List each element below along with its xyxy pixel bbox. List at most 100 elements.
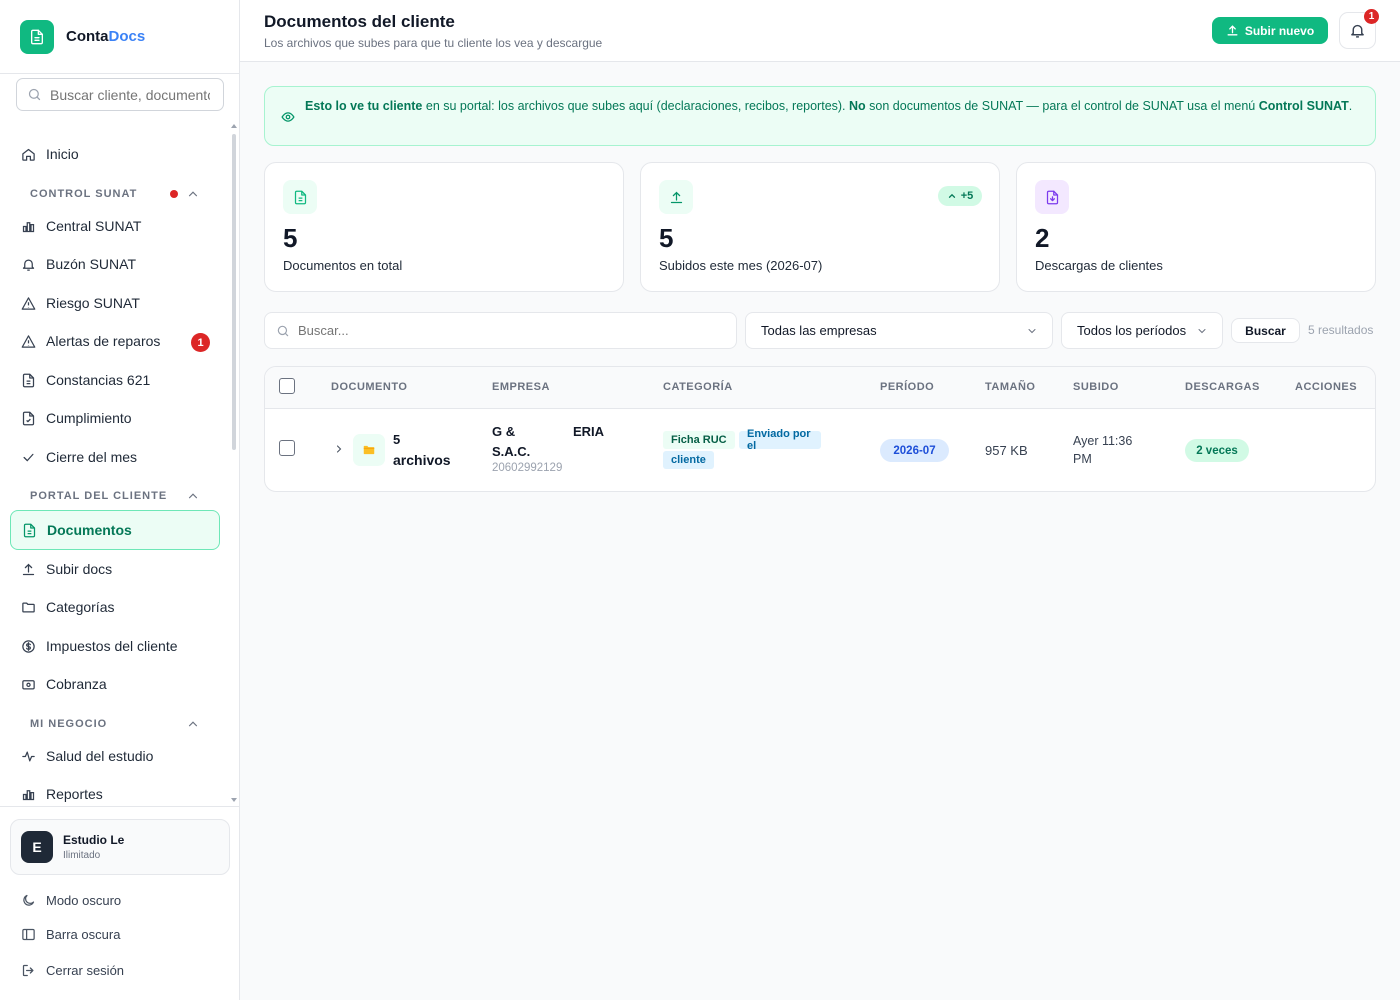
dark-sidebar-toggle[interactable]: Barra oscura	[10, 919, 220, 949]
status-dot	[170, 190, 178, 198]
documents-table: DOCUMENTO EMPRESA CATEGORÍA PERÍODO TAMA…	[264, 366, 1376, 492]
sidebar-search-input[interactable]	[50, 86, 210, 103]
upload-icon	[659, 180, 693, 214]
column-header[interactable]: TAMAÑO	[985, 381, 1035, 393]
sidebar-item-cobranza[interactable]: Cobranza	[10, 667, 220, 701]
company-select[interactable]: Todas las empresas	[745, 312, 1053, 349]
sidebar-item-central-sunat[interactable]: Central SUNAT	[10, 209, 220, 243]
sidebar-item-categorias[interactable]: Categorías	[10, 590, 220, 624]
payment-icon	[22, 679, 35, 689]
documents-search[interactable]	[264, 312, 737, 349]
dollar-circle-icon	[22, 639, 35, 653]
sidebar-item-impuestos[interactable]: Impuestos del cliente	[10, 629, 220, 663]
section-label-mi-negocio: MI NEGOCIO	[30, 718, 108, 730]
top-header: Documentos del cliente Los archivos que …	[240, 0, 1400, 62]
account-plan: Ilimitado	[63, 850, 101, 861]
document-check-icon	[22, 411, 35, 425]
logout-icon	[22, 964, 34, 976]
chevron-up-icon[interactable]	[186, 187, 200, 201]
uploaded-time: Ayer 11:36	[1073, 434, 1133, 448]
row-checkbox[interactable]	[279, 440, 295, 456]
category-tag: Ficha RUC	[663, 431, 735, 449]
sidebar-item-subir-docs[interactable]: Subir docs	[10, 552, 220, 586]
company-name-suffix: S.A.C.	[492, 444, 531, 459]
documents-search-input[interactable]	[298, 323, 718, 338]
sidebar-item-cumplimiento[interactable]: Cumplimiento	[10, 401, 220, 435]
period-select[interactable]: Todos los períodos	[1061, 312, 1223, 349]
document-icon	[23, 523, 36, 537]
app-name: ContaDocs	[66, 28, 146, 45]
stat-card-month: +5 5 Subidos este mes (2026-07)	[640, 162, 1000, 292]
sidebar-item-salud-estudio[interactable]: Salud del estudio	[10, 739, 220, 773]
upload-new-button[interactable]: Subir nuevo	[1212, 17, 1328, 44]
stat-value: 5	[283, 223, 298, 253]
column-header[interactable]: CATEGORÍA	[663, 381, 733, 393]
sidebar: ContaDocs Inicio CONTROL SUNAT Central S…	[0, 0, 240, 1000]
activity-icon	[22, 751, 35, 761]
brand[interactable]: ContaDocs	[0, 0, 239, 74]
sidebar-search[interactable]	[16, 78, 224, 111]
search-icon	[277, 325, 289, 336]
company-ruc: 20602992129	[492, 462, 563, 474]
search-icon	[28, 88, 41, 101]
scroll-down-arrow[interactable]	[231, 798, 237, 802]
search-button[interactable]: Buscar	[1231, 318, 1300, 343]
column-header[interactable]: PERÍODO	[880, 381, 934, 393]
download-file-icon	[1035, 180, 1069, 214]
document-label: archivos	[393, 452, 451, 468]
sidebar-item-riesgo-sunat[interactable]: Riesgo SUNAT	[10, 286, 220, 320]
column-header[interactable]: DOCUMENTO	[331, 381, 407, 393]
chevron-up-icon	[948, 193, 955, 198]
sidebar-item-cierre-mes[interactable]: Cierre del mes	[10, 440, 220, 474]
stat-card-downloads: 2 Descargas de clientes	[1016, 162, 1376, 292]
account-card[interactable]: E Estudio Le Ilimitado	[10, 819, 230, 875]
bell-icon	[1351, 24, 1364, 38]
document-count: 5	[393, 432, 401, 447]
origin-tag: Enviado por el	[739, 428, 821, 452]
company-name-part2: ERIA	[573, 424, 605, 439]
home-icon	[22, 148, 35, 161]
select-all-checkbox[interactable]	[279, 378, 295, 394]
sidebar-scrollbar[interactable]	[232, 134, 236, 450]
scroll-up-arrow[interactable]	[231, 124, 237, 128]
moon-icon	[23, 894, 35, 906]
bar-chart-icon	[22, 789, 35, 800]
chevron-down-icon	[1028, 329, 1036, 334]
upload-icon	[22, 563, 35, 575]
logout-button[interactable]: Cerrar sesión	[10, 955, 220, 985]
trend-badge: +5	[938, 186, 982, 206]
column-header[interactable]: SUBIDO	[1073, 381, 1119, 393]
sidebar-panel-icon	[22, 928, 35, 940]
dark-mode-toggle[interactable]: Modo oscuro	[10, 885, 220, 915]
sidebar-item-constancias-621[interactable]: Constancias 621	[10, 363, 220, 397]
warning-icon	[21, 296, 36, 310]
upload-icon	[1227, 25, 1238, 36]
alerts-count-badge: 1	[191, 333, 210, 352]
column-header[interactable]: EMPRESA	[492, 381, 550, 393]
chevron-down-icon	[1198, 329, 1206, 334]
sidebar-item-alertas-reparos[interactable]: Alertas de reparos	[10, 324, 220, 358]
info-banner: Esto lo ve tu cliente en su portal: los …	[264, 86, 1376, 146]
sidebar-footer: E Estudio Le Ilimitado Modo oscuro Barra…	[0, 806, 240, 1000]
column-header: ACCIONES	[1295, 381, 1358, 393]
bar-chart-icon	[22, 221, 35, 232]
table-header: DOCUMENTO EMPRESA CATEGORÍA PERÍODO TAMA…	[265, 367, 1375, 409]
downloads-badge: 2 veces	[1185, 439, 1249, 462]
notification-count-badge: 1	[1364, 9, 1379, 24]
chevron-right-icon[interactable]	[333, 443, 345, 455]
account-name: Estudio Le	[63, 833, 125, 847]
sidebar-item-documentos[interactable]: Documentos	[10, 510, 220, 550]
bell-icon	[22, 259, 35, 271]
sidebar-item-buzon-sunat[interactable]: Buzón SUNAT	[10, 247, 220, 281]
column-header[interactable]: DESCARGAS	[1185, 381, 1260, 393]
app-logo-icon	[20, 19, 54, 54]
section-label-portal-cliente: PORTAL DEL CLIENTE	[30, 490, 168, 502]
avatar: E	[21, 831, 53, 863]
sidebar-item-inicio[interactable]: Inicio	[10, 137, 220, 171]
warning-icon	[21, 334, 36, 348]
chevron-up-icon[interactable]	[186, 717, 200, 731]
stat-label: Subidos este mes (2026-07)	[659, 258, 823, 273]
origin-tag-continued: cliente	[663, 451, 714, 469]
eye-icon	[281, 112, 295, 122]
chevron-up-icon[interactable]	[186, 489, 200, 503]
